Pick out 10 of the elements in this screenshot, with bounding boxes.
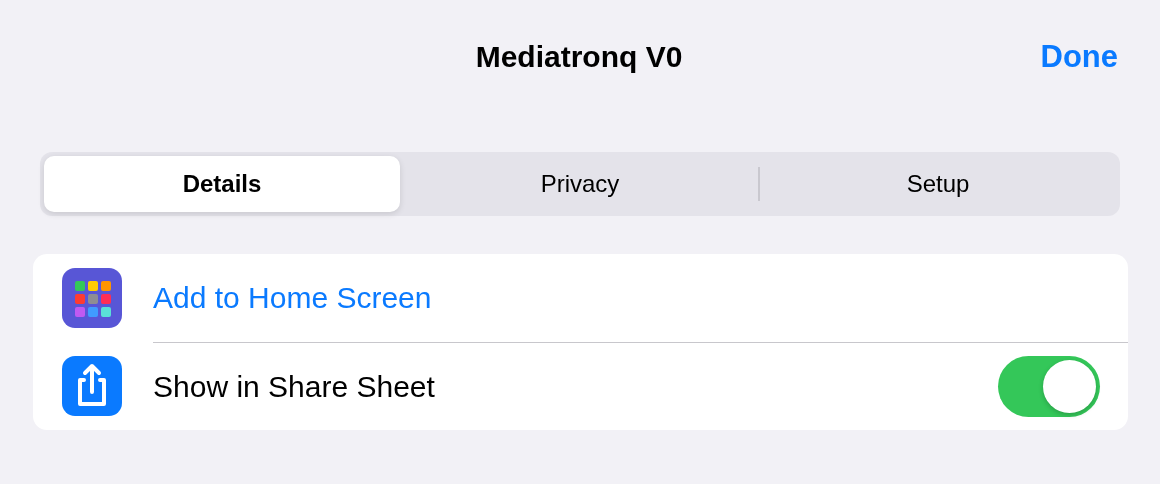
segment-tab[interactable]: Setup [760, 156, 1116, 212]
done-button[interactable]: Done [1040, 39, 1118, 75]
sheet-title: Mediatronq V0 [475, 40, 683, 74]
share-icon [62, 356, 122, 416]
row-label: Show in Share Sheet [153, 369, 436, 404]
toggle-switch[interactable] [998, 356, 1100, 417]
add-to-home-link[interactable]: Add to Home Screen [153, 281, 1100, 315]
segment-tab[interactable]: Details [44, 156, 400, 212]
app-grid-icon [62, 268, 122, 328]
segment-tab[interactable]: Privacy [402, 156, 758, 212]
